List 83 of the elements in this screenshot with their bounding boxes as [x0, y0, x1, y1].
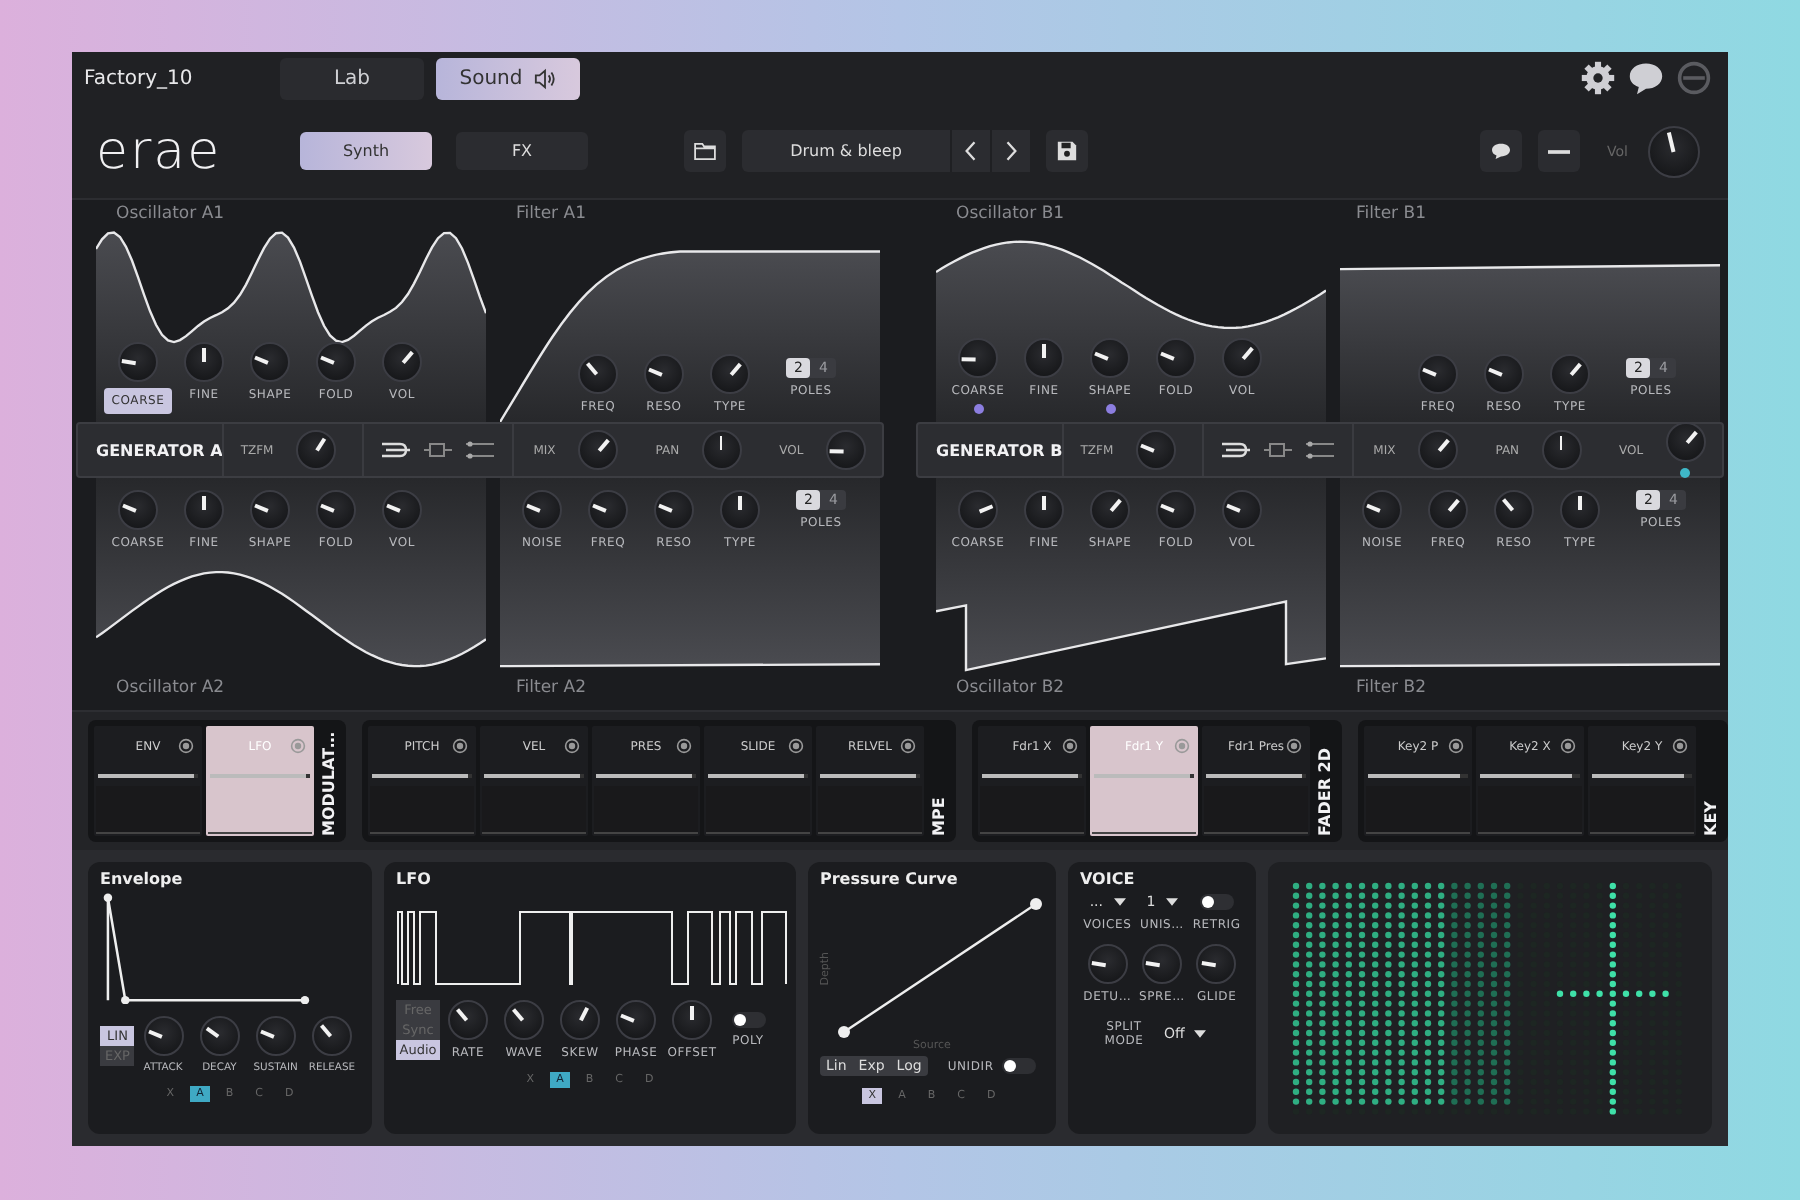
folder-icon: [694, 142, 716, 160]
toggle-switch[interactable]: [731, 1012, 765, 1028]
group-label: MODULAT…: [318, 729, 340, 836]
save-button[interactable]: [1046, 130, 1088, 172]
generator-name: GENERATOR A: [94, 441, 223, 459]
split-routing-icon[interactable]: [463, 440, 496, 460]
knob[interactable]: [825, 430, 866, 470]
radio-icon[interactable]: [1560, 738, 1576, 754]
section-title: Filter B2: [1356, 677, 1426, 697]
radio-icon[interactable]: [788, 738, 804, 754]
knob[interactable]: [616, 1000, 656, 1040]
mode-tab[interactable]: FX: [456, 132, 588, 170]
knob[interactable]: [560, 1000, 600, 1040]
settings-icon[interactable]: [1580, 60, 1616, 96]
speech-bubble-icon: [1489, 142, 1512, 160]
comment-button[interactable]: [1479, 130, 1522, 172]
next-button[interactable]: [990, 130, 1030, 172]
radio-icon[interactable]: [1174, 738, 1190, 754]
logo: erae: [96, 121, 224, 181]
split-routing-icon[interactable]: [1303, 440, 1336, 460]
caret-icon: [1113, 898, 1125, 906]
panel-title: Envelope: [100, 870, 185, 888]
knob[interactable]: [255, 1016, 296, 1056]
parallel-routing-icon[interactable]: [1261, 440, 1294, 460]
panel-title: VOICE: [1080, 870, 1137, 888]
section-title: Filter A1: [516, 203, 586, 223]
radio-icon[interactable]: [178, 738, 194, 754]
knob[interactable]: [1087, 944, 1128, 984]
mode-tab[interactable]: Synth: [300, 132, 432, 170]
logo-icon: [1676, 60, 1712, 96]
knob[interactable]: [1417, 430, 1458, 470]
section-title: Oscillator A2: [116, 677, 227, 697]
folder-button[interactable]: [684, 130, 726, 172]
section-title: Oscillator B1: [956, 203, 1067, 223]
tab[interactable]: Sound: [436, 57, 580, 99]
radio-icon[interactable]: [1672, 738, 1688, 754]
speaker-icon: [534, 67, 557, 89]
serial-routing-icon[interactable]: [379, 440, 412, 460]
toggle-switch[interactable]: [1001, 1058, 1036, 1074]
knob[interactable]: [672, 1000, 712, 1040]
parallel-routing-icon[interactable]: [421, 440, 454, 460]
knob[interactable]: [448, 1000, 488, 1040]
knob[interactable]: [143, 1016, 184, 1056]
radio-icon[interactable]: [290, 738, 306, 754]
knob[interactable]: [1135, 430, 1176, 470]
group-label: KEY: [1700, 799, 1722, 836]
radio-icon[interactable]: [452, 738, 468, 754]
group-label: MPE: [928, 795, 950, 836]
radio-icon[interactable]: [900, 738, 916, 754]
knob[interactable]: [1665, 422, 1706, 462]
chevron-left-icon: [964, 140, 978, 162]
group-label: FADER 2D: [1314, 746, 1336, 836]
knob[interactable]: [1196, 944, 1237, 984]
panel-title: Pressure Curve: [820, 870, 960, 888]
minus-button[interactable]: [1537, 130, 1580, 172]
knob[interactable]: [1648, 125, 1700, 177]
panel-title: LFO: [396, 870, 433, 888]
knob[interactable]: [311, 1016, 352, 1056]
tab[interactable]: Lab: [280, 57, 424, 99]
knob[interactable]: [504, 1000, 544, 1040]
radio-icon[interactable]: [1448, 738, 1464, 754]
section-title: Oscillator A1: [116, 203, 227, 223]
section-title: Filter A2: [516, 677, 586, 697]
radio-icon[interactable]: [1286, 738, 1302, 754]
minus-icon: [1547, 147, 1570, 155]
generator-name: GENERATOR B: [934, 441, 1063, 459]
serial-routing-icon[interactable]: [1219, 440, 1252, 460]
knob[interactable]: [295, 430, 336, 470]
knob[interactable]: [1141, 944, 1182, 984]
radio-icon[interactable]: [564, 738, 580, 754]
toggle-switch[interactable]: [1199, 894, 1234, 910]
caret-icon: [1194, 1030, 1207, 1038]
radio-icon[interactable]: [676, 738, 692, 754]
chevron-right-icon: [1004, 140, 1018, 162]
knob[interactable]: [199, 1016, 240, 1056]
save-icon: [1056, 140, 1078, 162]
preset-name: Factory_10: [82, 67, 195, 89]
section-title: Filter B1: [1356, 203, 1426, 223]
caret-icon: [1165, 898, 1178, 906]
knob[interactable]: [577, 430, 618, 470]
chat-icon[interactable]: [1628, 60, 1664, 96]
section-title: Oscillator B2: [956, 677, 1067, 697]
radio-icon[interactable]: [1062, 738, 1078, 754]
